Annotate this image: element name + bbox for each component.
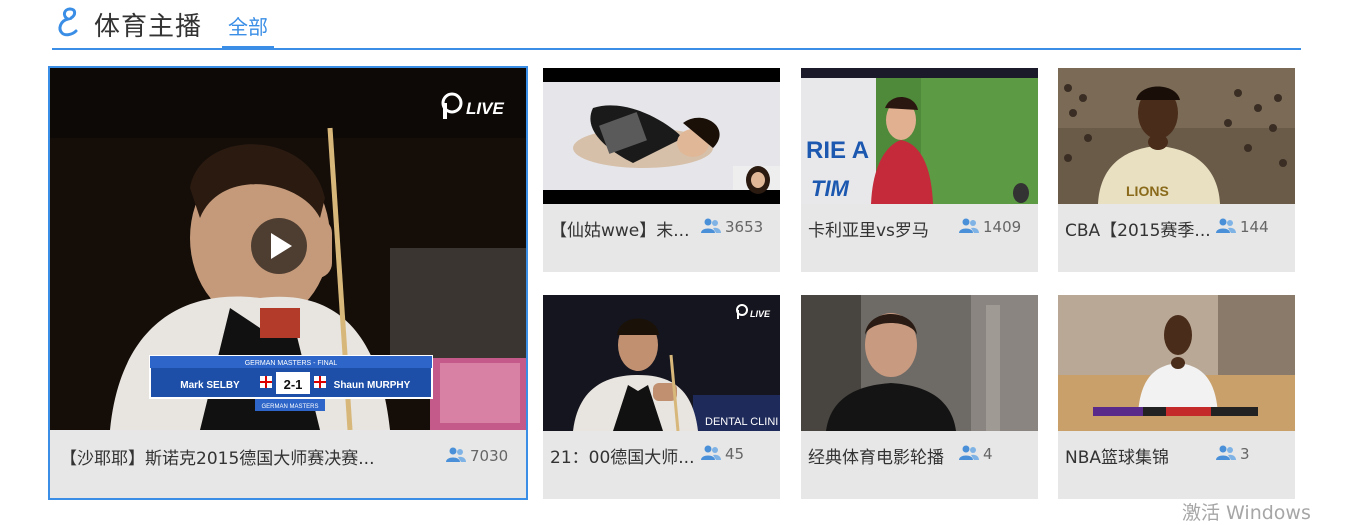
viewer-count: 3653 — [725, 218, 764, 236]
viewer-count: 1409 — [983, 218, 1022, 236]
viewer-count: 45 — [725, 445, 745, 463]
stream-title[interactable]: 卡利亚里vs罗马 — [808, 216, 929, 241]
viewer-count: 144 — [1240, 218, 1269, 236]
featured-stream-card[interactable]: GERMAN MASTERS - FINAL Mark SELBY 2-1 Sh… — [48, 66, 528, 500]
section-header: 体育主播 全部 — [52, 0, 1301, 50]
thumb-text-dental: DENTAL CLINI — [705, 416, 778, 428]
viewers-icon — [701, 218, 721, 233]
scoreboard-score: 2-1 — [284, 377, 303, 392]
stream-thumbnail[interactable] — [801, 295, 1038, 431]
stream-thumbnail[interactable]: LIONS — [1058, 68, 1295, 204]
stream-thumbnail[interactable]: RIE A TIM — [801, 68, 1038, 204]
stream-viewer-count: 45 — [701, 445, 744, 463]
stream-viewer-count: 4 — [959, 445, 993, 463]
stream-card[interactable]: DENTAL CLINI LIVE 21：00德国大师... 45 — [543, 295, 780, 499]
stream-card[interactable]: LIONS CBA【2015赛季... 144 — [1058, 68, 1295, 272]
viewers-icon — [701, 445, 721, 460]
stream-title[interactable]: CBA【2015赛季... — [1065, 216, 1211, 241]
live-badge: LIVE — [466, 99, 504, 118]
viewers-icon — [446, 447, 466, 462]
viewer-count: 4 — [983, 445, 993, 463]
stream-card[interactable]: NBA篮球集锦 3 — [1058, 295, 1295, 499]
stream-title[interactable]: 21：00德国大师... — [550, 443, 694, 468]
play-icon[interactable] — [251, 218, 307, 274]
scoreboard-player1: Mark SELBY — [180, 380, 240, 391]
stream-thumbnail[interactable]: DENTAL CLINI LIVE — [543, 295, 780, 431]
viewer-count: 3 — [1240, 445, 1250, 463]
viewers-icon — [1216, 445, 1236, 460]
thumb-text-tim: TIM — [811, 176, 850, 201]
windows-activation-watermark: 激活 Windows — [1182, 502, 1311, 524]
stream-card[interactable]: RIE A TIM 卡利亚里vs罗马 1409 — [801, 68, 1038, 272]
stream-title[interactable]: NBA篮球集锦 — [1065, 443, 1169, 468]
viewers-icon — [959, 218, 979, 233]
viewer-count: 7030 — [470, 447, 509, 465]
viewers-icon — [1216, 218, 1236, 233]
basketball-nba-scene — [1058, 295, 1295, 431]
section-title: 体育主播 — [94, 12, 203, 42]
stream-title[interactable]: 经典体育电影轮播 — [808, 443, 944, 468]
stream-viewer-count: 3 — [1216, 445, 1250, 463]
stream-thumbnail[interactable] — [1058, 295, 1295, 431]
stream-viewer-count: 1409 — [959, 218, 1021, 236]
snooker-scene-small: DENTAL CLINI LIVE — [543, 295, 780, 431]
tab-all[interactable]: 全部 — [222, 12, 274, 49]
stream-thumbnail[interactable] — [543, 68, 780, 204]
thumb-text-serie-a: RIE A — [806, 137, 869, 164]
wrestling-scene — [543, 68, 780, 204]
snooker-scene: GERMAN MASTERS - FINAL Mark SELBY 2-1 Sh… — [50, 68, 526, 430]
featured-stream-thumbnail[interactable]: GERMAN MASTERS - FINAL Mark SELBY 2-1 Sh… — [50, 68, 526, 430]
live-badge: LIVE — [750, 309, 771, 319]
stream-viewer-count: 3653 — [701, 218, 763, 236]
featured-stream-title[interactable]: 【沙耶耶】斯诺克2015德国大师赛决赛... — [60, 444, 374, 469]
scoreboard-player2: Shaun MURPHY — [334, 380, 411, 391]
basketball-cba-scene: LIONS — [1058, 68, 1295, 204]
viewers-icon — [959, 445, 979, 460]
scoreboard-event: GERMAN MASTERS - FINAL — [245, 360, 338, 367]
stream-card[interactable]: 【仙姑wwe】末... 3653 — [543, 68, 780, 272]
stream-card[interactable]: 经典体育电影轮播 4 — [801, 295, 1038, 499]
scoreboard-sub: GERMAN MASTERS — [261, 404, 318, 410]
soccer-scene: RIE A TIM — [801, 68, 1038, 204]
broadcaster-icon — [58, 7, 78, 37]
featured-viewer-count: 7030 — [446, 447, 508, 465]
stream-title[interactable]: 【仙姑wwe】末... — [550, 216, 689, 241]
stream-viewer-count: 144 — [1216, 218, 1269, 236]
interview-scene — [801, 295, 1038, 431]
thumb-text-lions: LIONS — [1126, 183, 1169, 199]
